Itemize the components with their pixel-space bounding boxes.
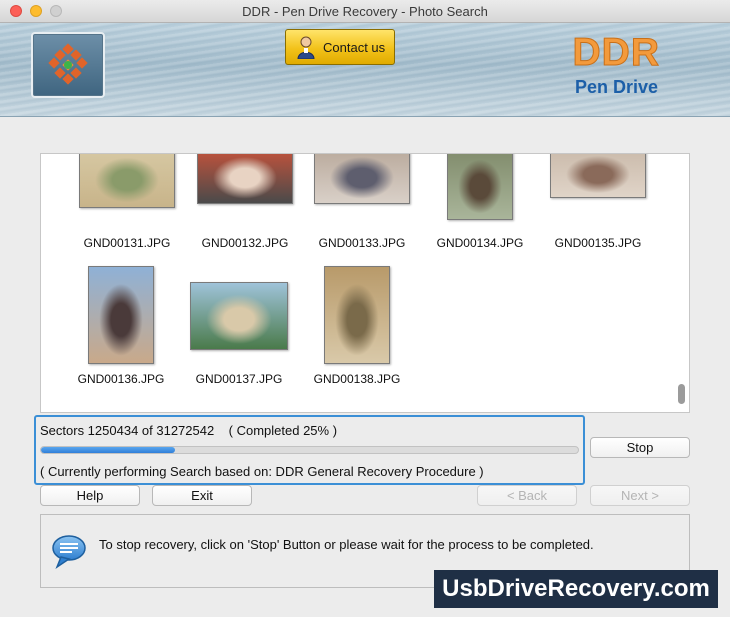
progress-bar-fill	[41, 447, 176, 453]
photo-filename: GND00132.JPG	[201, 236, 289, 250]
photo-filename: GND00136.JPG	[77, 372, 165, 386]
photo-image[interactable]	[197, 154, 293, 204]
watermark-banner: UsbDriveRecovery.com	[434, 570, 718, 608]
window-title: DDR - Pen Drive Recovery - Photo Search	[242, 4, 488, 19]
header-banner: Contact us DDR Pen Drive	[0, 23, 730, 117]
stop-button[interactable]: Stop	[590, 437, 690, 458]
app-logo	[31, 32, 105, 98]
info-message: To stop recovery, click on 'Stop' Button…	[99, 537, 594, 552]
contact-us-label: Contact us	[323, 39, 386, 55]
sectors-status: Sectors 1250434 of 31272542 ( Completed …	[40, 423, 338, 438]
photo-gallery[interactable]: GND00131.JPG GND00132.JPG GND00133.JPG GND0…	[40, 153, 690, 413]
brand-name: DDR	[572, 31, 660, 75]
user-support-icon	[297, 36, 315, 59]
photo-image[interactable]	[88, 266, 154, 364]
photo-filename: GND00135.JPG	[554, 236, 642, 250]
photo-image[interactable]	[314, 154, 410, 204]
exit-button[interactable]: Exit	[152, 485, 252, 506]
help-button[interactable]: Help	[40, 485, 140, 506]
photo-image[interactable]	[79, 154, 175, 208]
photo-filename: GND00138.JPG	[313, 372, 401, 386]
photo-filename: GND00137.JPG	[195, 372, 283, 386]
gallery-scrollbar[interactable]	[678, 384, 685, 404]
photo-filename: GND00131.JPG	[83, 236, 171, 250]
photo-image[interactable]	[447, 154, 513, 220]
photo-filename: GND00133.JPG	[318, 236, 406, 250]
back-button[interactable]: < Back	[477, 485, 577, 506]
speech-bubble-icon	[52, 535, 86, 569]
contact-us-button[interactable]: Contact us	[285, 29, 395, 65]
brand-subtitle: Pen Drive	[574, 77, 658, 97]
photo-image[interactable]	[190, 282, 288, 350]
progress-bar	[40, 446, 579, 454]
progress-panel: Sectors 1250434 of 31272542 ( Completed …	[34, 415, 585, 485]
recovery-logo-icon	[48, 43, 88, 85]
photo-image[interactable]	[550, 154, 646, 198]
procedure-status: ( Currently performing Search based on: …	[40, 464, 484, 479]
title-bar: DDR - Pen Drive Recovery - Photo Search	[0, 0, 730, 23]
photo-filename: GND00134.JPG	[436, 236, 524, 250]
photo-image[interactable]	[324, 266, 390, 364]
next-button[interactable]: Next >	[590, 485, 690, 506]
